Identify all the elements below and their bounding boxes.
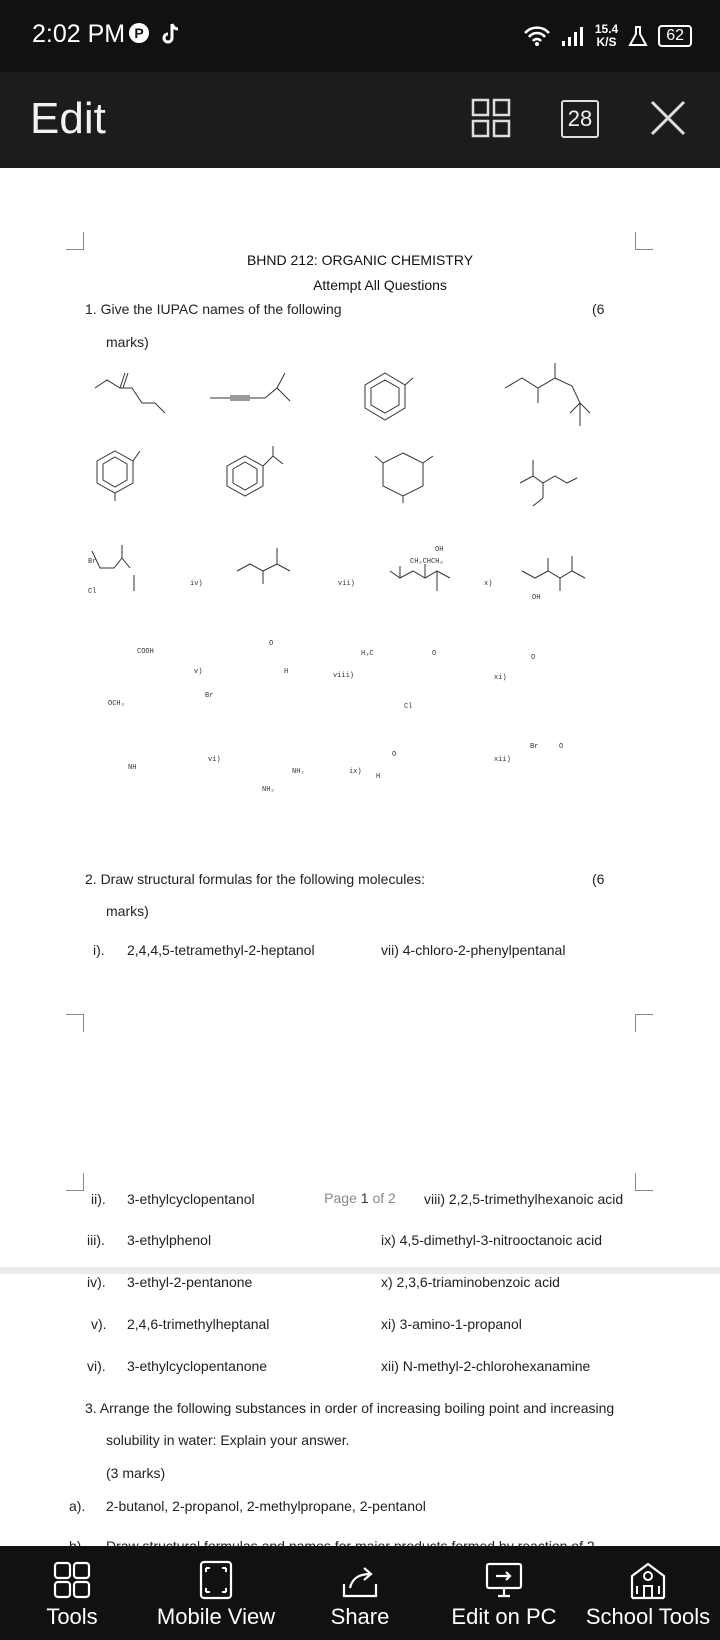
- q2-marks-cont: marks): [106, 903, 149, 919]
- wifi-icon: [523, 26, 550, 46]
- molecule-xi: [519, 460, 578, 507]
- q2-item: viii) 2,2,5-trimethylhexanoic acid: [424, 1191, 624, 1207]
- edit-toolbar: Edit 28: [0, 72, 720, 168]
- molecule-ix: [389, 564, 451, 591]
- signal-icon: [561, 27, 583, 46]
- crop-mark: [66, 1173, 84, 1191]
- q2-item-num: ii).: [91, 1191, 106, 1207]
- molecule-xii: [521, 556, 586, 591]
- molecule-ii: [96, 450, 141, 501]
- document-view[interactable]: BHND 212: ORGANIC CHEMISTRY Attempt All …: [0, 168, 720, 1554]
- status-icons: 15.4 K/S 62: [523, 18, 692, 54]
- tools-icon: [53, 1561, 91, 1599]
- q3a-text: 2-butanol, 2-propanol, 2-methylpropane, …: [106, 1498, 426, 1514]
- page-count-button[interactable]: 28: [561, 100, 599, 138]
- close-icon[interactable]: [644, 94, 692, 142]
- molecule-iv: [210, 373, 291, 402]
- molecule-x: [504, 363, 591, 426]
- q2-marks: (6: [592, 871, 605, 887]
- monitor-icon: [485, 1562, 523, 1598]
- network-speed: 15.4 K/S: [594, 22, 619, 49]
- molecule-viii: [375, 452, 434, 503]
- mobile-view-icon: [199, 1560, 233, 1600]
- molecule-iii: [91, 545, 135, 591]
- mobile-view-button[interactable]: Mobile View: [144, 1546, 288, 1640]
- q3-marks: (3 marks): [106, 1465, 166, 1481]
- question-1: 1. Give the IUPAC names of the following: [85, 301, 342, 317]
- q2-item-num: vi).: [87, 1358, 106, 1374]
- battery-indicator: 62: [658, 25, 692, 47]
- mobile-view-label: Mobile View: [156, 1604, 276, 1629]
- grid-view-icon[interactable]: [467, 94, 515, 142]
- school-tools-button[interactable]: School Tools: [576, 1546, 720, 1640]
- edit-on-pc-button[interactable]: Edit on PC: [432, 1546, 576, 1640]
- molecule-grid: Br Cl iv) vii) OH CH₂CHCH₃ x) OH COOH OC…: [0, 358, 720, 798]
- share-icon: [342, 1567, 378, 1598]
- q2-item: vii) 4-chloro-2-phenylpentanal: [381, 942, 566, 958]
- q2-item: 3-ethylcyclopentanone: [127, 1358, 268, 1374]
- molecule-i: [94, 372, 166, 414]
- q2-item-num: v).: [91, 1316, 107, 1332]
- lab-flask-icon: [628, 26, 648, 46]
- molecule-vii: [364, 372, 414, 421]
- page-title: Edit: [30, 94, 106, 143]
- question-3-cont: solubility in water: Explain your answer…: [106, 1432, 350, 1448]
- q2-item: xii) N-methyl-2-chlorohexanamine: [381, 1358, 591, 1374]
- tiktok-icon: [162, 23, 179, 44]
- share-button[interactable]: Share: [288, 1546, 432, 1640]
- crop-mark: [66, 1014, 84, 1032]
- crop-mark: [635, 1014, 653, 1032]
- crop-mark: [66, 232, 84, 250]
- q2-item: x) 2,3,6-triaminobenzoic acid: [381, 1274, 560, 1290]
- q2-item: xi) 3-amino-1-propanol: [381, 1316, 522, 1332]
- q2-item-num: iii).: [87, 1232, 105, 1248]
- q2-item-num: iv).: [87, 1274, 106, 1290]
- q1-marks: (6: [592, 301, 605, 317]
- crop-mark: [635, 1173, 653, 1191]
- q1-marks-cont: marks): [106, 334, 149, 350]
- status-bar: 2:02 PM P 15.4 K/S 62: [0, 0, 720, 72]
- q2-item-num: i).: [93, 942, 105, 958]
- share-label: Share: [330, 1604, 390, 1629]
- svg-text:P: P: [134, 25, 143, 41]
- pinterest-icon: P: [129, 23, 149, 43]
- q2-item: 3-ethylphenol: [127, 1232, 212, 1248]
- q2-item: 2,4,4,5-tetramethyl-2-heptanol: [127, 942, 315, 958]
- q2-item: 2,4,6-trimethylheptanal: [127, 1316, 270, 1332]
- tools-label: Tools: [46, 1604, 98, 1629]
- molecule-vi: [236, 548, 291, 584]
- molecule-v: [226, 446, 284, 497]
- school-tools-label: School Tools: [585, 1604, 711, 1629]
- question-2: 2. Draw structural formulas for the foll…: [85, 871, 426, 887]
- doc-subheading: Attempt All Questions: [313, 277, 447, 293]
- doc-heading: BHND 212: ORGANIC CHEMISTRY: [246, 252, 474, 268]
- crop-mark: [635, 232, 653, 250]
- q2-item: 3-ethyl-2-pentanone: [127, 1274, 253, 1290]
- clock: 2:02 PM: [32, 20, 126, 48]
- page-divider: [0, 1267, 720, 1274]
- bottom-toolbar: Tools Mobile View Share Edit on PC Schoo…: [0, 1546, 720, 1640]
- question-3: 3. Arrange the following substances in o…: [85, 1400, 615, 1416]
- tools-button[interactable]: Tools: [0, 1546, 144, 1640]
- edit-on-pc-label: Edit on PC: [451, 1604, 557, 1629]
- q2-item: 3-ethylcyclopentanol: [127, 1191, 255, 1207]
- q3a-num: a).: [69, 1498, 86, 1514]
- q2-item: ix) 4,5-dimethyl-3-nitrooctanoic acid: [381, 1232, 602, 1248]
- school-icon: [630, 1562, 666, 1600]
